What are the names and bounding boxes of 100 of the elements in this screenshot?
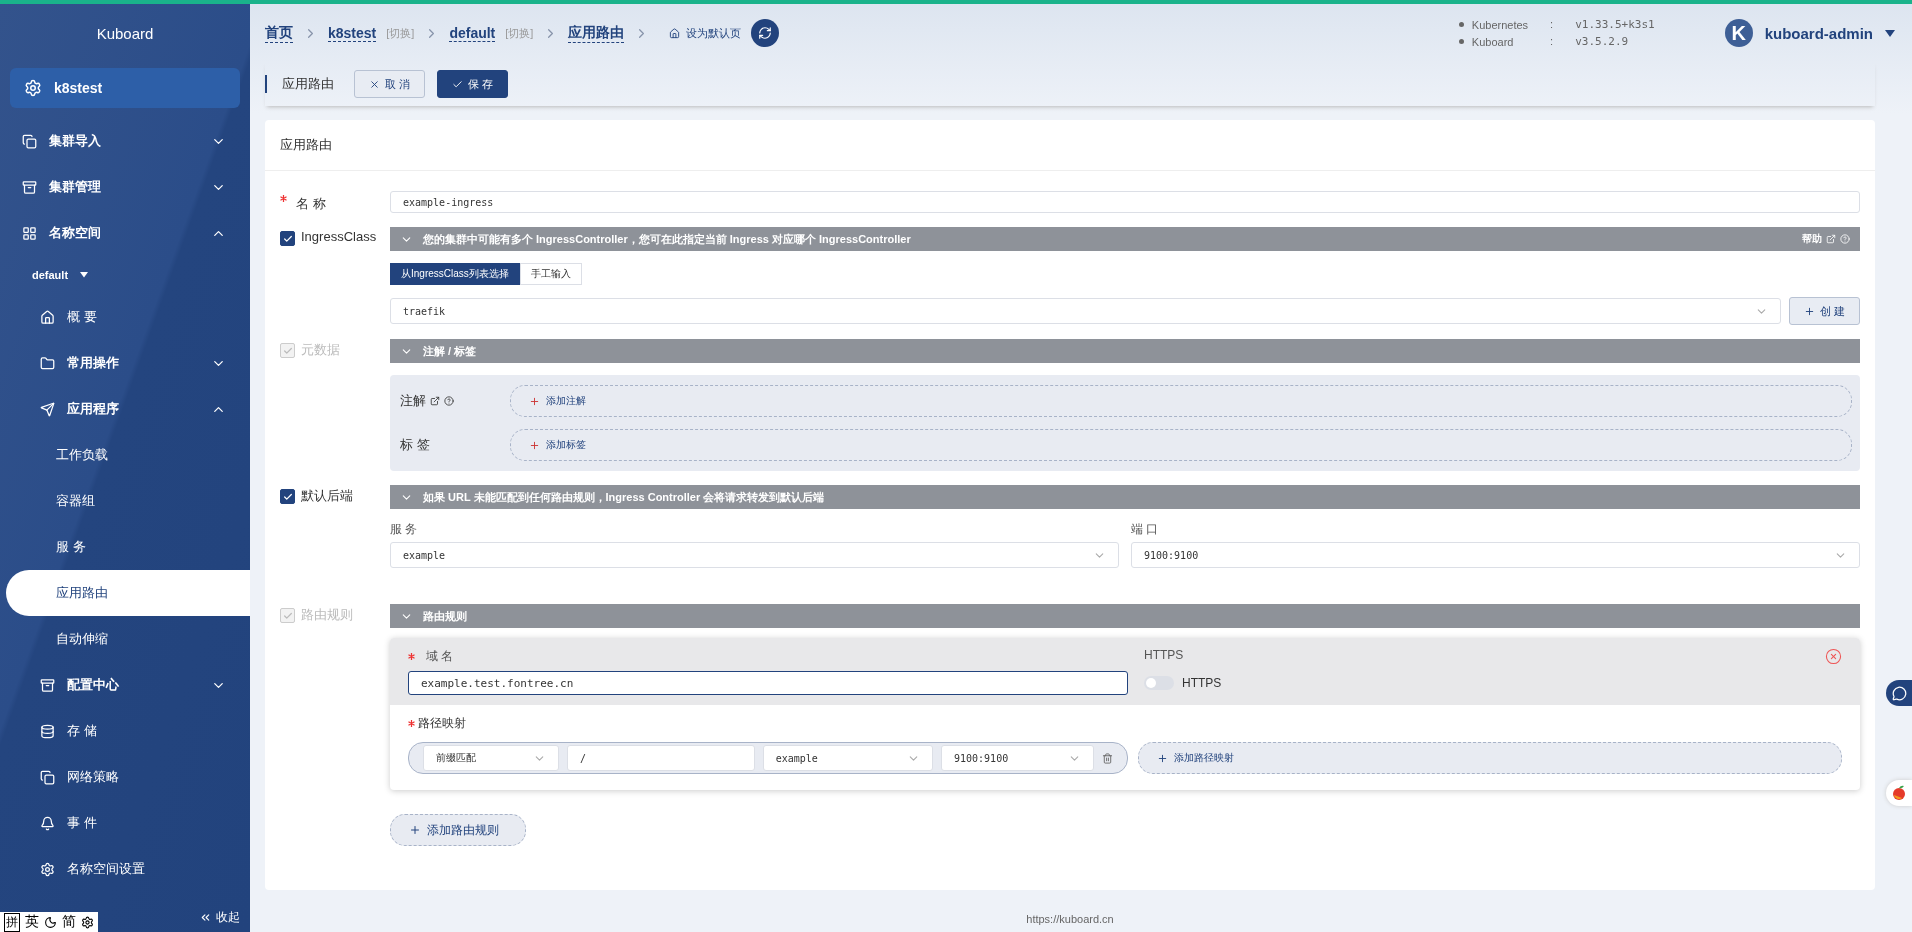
field-label: 注解 <box>400 392 426 410</box>
folder-icon <box>40 355 55 371</box>
moon-icon <box>44 915 57 929</box>
fruit-icon[interactable] <box>1886 780 1912 806</box>
user-menu[interactable]: K kuboard-admin <box>1724 19 1895 47</box>
set-default-link[interactable]: 设为默认页 <box>669 25 742 41</box>
sidebar-item[interactable]: 网络策略 <box>0 754 250 800</box>
copy-icon <box>40 769 55 785</box>
grid-icon <box>22 225 37 241</box>
settings-icon <box>40 861 55 877</box>
sidebar-item[interactable]: 服 务 <box>0 524 250 570</box>
field-label: 端 口 <box>1131 521 1160 538</box>
tray-icon <box>22 179 37 195</box>
field-label: 默认后端 <box>301 487 353 505</box>
gear-icon <box>24 79 42 97</box>
external-link-icon <box>430 396 440 406</box>
tray-icon <box>40 677 55 693</box>
sidebar-item[interactable]: 集群管理 <box>0 164 250 210</box>
database-icon <box>40 723 55 739</box>
ime-script: 简 <box>62 913 76 931</box>
field-label: 域 名 <box>426 648 454 665</box>
check-icon <box>282 610 293 621</box>
select-field[interactable]: example <box>390 542 1119 568</box>
avatar: K <box>1724 19 1753 47</box>
help-icon <box>444 396 454 406</box>
select-field[interactable]: 9100:9100 <box>1131 542 1860 568</box>
breadcrumb-link[interactable]: k8stest <box>328 24 377 42</box>
namespace-dropdown[interactable]: default <box>0 256 250 294</box>
field-label: 路径映射 <box>418 715 466 732</box>
close-icon <box>369 78 380 90</box>
tab[interactable]: 手工输入 <box>519 263 582 285</box>
section-banner: 路由规则 <box>390 604 1860 628</box>
ime-mode: 拼 <box>4 912 20 932</box>
breadcrumb-link[interactable]: default <box>449 24 496 42</box>
field-label: 路由规则 <box>301 606 353 624</box>
breadcrumb-link[interactable]: 首页 <box>265 23 293 43</box>
checkbox[interactable] <box>280 231 295 246</box>
help-icon <box>1840 234 1850 244</box>
page-title: 应用路由 <box>265 75 334 93</box>
version-value: v3.5.2.9 <box>1575 35 1630 48</box>
close-icon[interactable] <box>1825 648 1842 665</box>
section-banner: 注解 / 标签 <box>390 339 1860 363</box>
copy-icon <box>22 133 37 149</box>
user-name: kuboard-admin <box>1764 24 1873 42</box>
field-label: 元数据 <box>301 341 340 359</box>
cancel-button[interactable]: 取 消 <box>354 70 426 98</box>
plus-icon <box>529 439 540 451</box>
version-value: v1.33.5+k3s1 <box>1575 18 1655 31</box>
sidebar-item[interactable]: 容器组 <box>0 478 250 524</box>
sidebar-item[interactable]: 应用程序 <box>0 386 250 432</box>
separator-text: : <box>1550 18 1554 31</box>
create-button[interactable]: 创 建 <box>1788 297 1860 325</box>
refresh-icon <box>758 26 773 40</box>
field-label: 标 签 <box>400 436 430 454</box>
ime-language: 英 <box>25 913 39 931</box>
settings-icon <box>81 915 94 929</box>
sidebar-item[interactable]: 名称空间 <box>0 210 250 256</box>
breadcrumb-link[interactable]: 应用路由 <box>568 23 625 43</box>
caret-icon <box>1885 29 1895 37</box>
check-icon <box>452 78 464 90</box>
sidebar-item[interactable]: 概 要 <box>0 294 250 340</box>
sidebar-item[interactable]: 集群导入 <box>0 118 250 164</box>
check-icon <box>282 345 293 356</box>
check-icon <box>282 233 293 244</box>
save-button[interactable]: 保 存 <box>437 70 509 98</box>
app-title: Kuboard <box>95 23 155 44</box>
separator-text: : <box>1550 35 1554 48</box>
home-icon <box>669 27 681 39</box>
sidebar-item[interactable]: 名称空间设置 <box>0 846 250 892</box>
field-label: HTTPS <box>1144 648 1185 664</box>
sidebar-item[interactable]: 常用操作 <box>0 340 250 386</box>
footer-link[interactable]: https://kuboard.cn <box>265 906 1875 932</box>
sidebar-item[interactable]: 工作负载 <box>0 432 250 478</box>
card-title: 应用路由 <box>265 120 1875 171</box>
plus-icon <box>1157 752 1168 764</box>
sidebar-item[interactable]: 自动伸缩 <box>0 616 250 662</box>
sidebar-item[interactable]: 配置中心 <box>0 662 250 708</box>
collapse-button[interactable]: 收起 <box>199 908 250 926</box>
name-field[interactable]: example-ingress <box>390 191 1860 213</box>
home-icon <box>40 309 55 325</box>
select-field[interactable]: traefik <box>390 298 1781 324</box>
external-link-icon <box>1826 234 1836 244</box>
refresh-button[interactable] <box>751 19 780 47</box>
chat-icon[interactable] <box>1886 680 1912 706</box>
toggle-label: HTTPS <box>1182 676 1222 690</box>
plus-icon <box>409 824 421 836</box>
version-name: Kuboard <box>1458 35 1529 48</box>
field-label: IngressClass <box>301 229 377 244</box>
sidebar-item[interactable]: 存 储 <box>0 708 250 754</box>
sidebar-item[interactable]: 事 件 <box>0 800 250 846</box>
cluster-item[interactable]: k8stest <box>10 68 240 108</box>
bell-icon <box>40 815 55 831</box>
sidebar-item[interactable]: 应用路由 <box>6 570 250 616</box>
trash-icon[interactable] <box>1102 752 1113 764</box>
paper-plane-icon <box>40 401 55 417</box>
plus-icon <box>1803 305 1815 317</box>
checkbox[interactable] <box>280 489 295 504</box>
tab[interactable]: 从IngressClass列表选择 <box>390 263 520 285</box>
field-label: 名 称 <box>296 195 326 213</box>
check-icon <box>282 491 293 502</box>
